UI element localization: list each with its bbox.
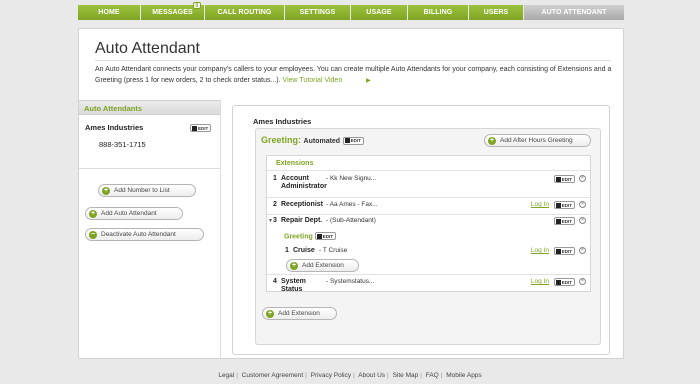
sub-greeting-row: Greeting EDIT: [284, 232, 337, 241]
minus-icon: −: [89, 230, 97, 239]
attendant-phone-number: 888-351-1715: [99, 140, 146, 149]
footer-link-mobile-apps[interactable]: Mobile Apps: [446, 372, 481, 379]
tab-settings[interactable]: SETTINGS: [285, 5, 351, 20]
tab-billing[interactable]: BILLING: [408, 5, 469, 20]
footer-separator: |: [440, 372, 443, 379]
delete-icon[interactable]: ×: [579, 175, 586, 182]
tutorial-video-link[interactable]: View Tutorial Video: [283, 77, 343, 84]
login-link[interactable]: Log In: [531, 247, 549, 254]
tab-usage[interactable]: USAGE: [351, 5, 408, 20]
footer-separator: |: [420, 372, 422, 379]
edit-company-button[interactable]: EDIT: [190, 124, 212, 132]
greeting-box: Greeting: Automated EDIT + Add After Hour…: [255, 128, 601, 345]
sidebar-company-name[interactable]: Ames Industries: [85, 123, 143, 132]
sidebar: Auto Attendants Ames Industries EDIT 888…: [79, 100, 221, 359]
add-auto-attendant-button[interactable]: + Add Auto Attendant: [85, 207, 183, 220]
extension-row[interactable]: 2 Receptionist - Aa Ames - Fax... Log In…: [267, 197, 590, 214]
delete-icon[interactable]: ×: [579, 201, 586, 208]
messages-count-badge: 0: [193, 2, 201, 9]
footer-links: Legal | Customer Agreement | Privacy Polic…: [0, 372, 700, 379]
add-number-button[interactable]: + Add Number to List: [98, 184, 196, 197]
deactivate-auto-attendant-button[interactable]: − Deactivate Auto Attendant: [85, 228, 204, 241]
delete-icon[interactable]: ×: [579, 247, 586, 254]
main-panel: Auto Attendant An Auto Attendant connect…: [78, 28, 624, 359]
top-nav: HOME MESSAGES 0 CALL ROUTING SETTINGS USA…: [78, 2, 624, 20]
edit-greeting-button[interactable]: EDIT: [342, 136, 364, 145]
extension-row[interactable]: 4 System Status - Systemstatus... Log In…: [267, 274, 590, 293]
edit-checkbox-icon: [555, 202, 561, 208]
page-title: Auto Attendant: [95, 40, 200, 57]
plus-icon: +: [102, 186, 110, 195]
add-sub-extension-button[interactable]: + Add Extension: [286, 259, 359, 272]
tab-users[interactable]: USERS: [469, 5, 524, 20]
extensions-heading: Extensions: [276, 160, 314, 167]
edit-checkbox-icon: [555, 279, 561, 285]
edit-extension-button[interactable]: EDIT: [553, 201, 575, 209]
edit-checkbox-icon: [316, 233, 322, 239]
greeting-value: Automated: [303, 138, 341, 145]
edit-checkbox-icon: [192, 125, 197, 131]
extension-row[interactable]: ▼ 3 Repair Dept. - (Sub-Attendant) EDIT …: [267, 214, 590, 230]
tab-home[interactable]: HOME: [78, 5, 141, 20]
delete-icon[interactable]: ×: [579, 278, 586, 285]
footer-link-customer-agreement[interactable]: Customer Agreement: [242, 372, 303, 379]
greeting-row: Greeting: Automated EDIT: [261, 135, 364, 145]
edit-extension-button[interactable]: EDIT: [553, 217, 575, 225]
edit-extension-button[interactable]: EDIT: [553, 278, 575, 286]
play-arrow-icon[interactable]: ▶: [366, 76, 371, 87]
extensions-panel: Extensions 1 Account Administrator - Kk …: [266, 155, 591, 293]
add-after-hours-greeting-button[interactable]: + Add After Hours Greeting: [484, 134, 591, 147]
tab-messages[interactable]: MESSAGES 0: [141, 2, 205, 20]
sidebar-heading: Auto Attendants: [79, 100, 220, 115]
edit-extension-button[interactable]: EDIT: [553, 247, 575, 255]
edit-checkbox-icon: [344, 138, 350, 143]
footer-link-legal[interactable]: Legal: [218, 372, 234, 379]
footer-link-faq[interactable]: FAQ: [426, 372, 439, 379]
plus-icon: +: [89, 209, 97, 218]
footer-separator: |: [387, 372, 389, 379]
footer-separator: |: [353, 372, 355, 379]
attendant-card: Ames Industries EDIT 888-351-1715: [79, 116, 221, 169]
footer-separator: |: [305, 372, 307, 379]
delete-icon[interactable]: ×: [579, 217, 586, 224]
sub-extension-row[interactable]: 1 Cruise - T Cruise Log In EDIT ×: [267, 244, 590, 259]
edit-checkbox-icon: [555, 218, 561, 224]
edit-checkbox-icon: [555, 248, 561, 254]
login-link[interactable]: Log In: [531, 278, 549, 285]
title-divider: [95, 60, 610, 61]
tab-call-routing[interactable]: CALL ROUTING: [205, 5, 285, 20]
footer-link-about-us[interactable]: About Us: [358, 372, 385, 379]
extension-row[interactable]: 1 Account Administrator - Kk New Signu..…: [267, 170, 590, 197]
attendant-detail-panel: Ames Industries Greeting: Automated EDIT…: [232, 105, 610, 355]
detail-company-name: Ames Industries: [253, 117, 312, 126]
login-link[interactable]: Log In: [531, 201, 549, 208]
plus-icon: +: [290, 261, 298, 270]
edit-sub-greeting-button[interactable]: EDIT: [314, 232, 337, 240]
edit-extension-button[interactable]: EDIT: [553, 175, 575, 183]
intro-text: An Auto Attendant connects your company'…: [95, 65, 613, 86]
footer-separator: |: [236, 372, 238, 379]
footer-link-privacy-policy[interactable]: Privacy Policy: [311, 372, 351, 379]
edit-checkbox-icon: [555, 176, 561, 182]
add-extension-button[interactable]: + Add Extension: [262, 307, 337, 320]
plus-icon: +: [266, 309, 274, 318]
plus-icon: +: [488, 136, 496, 145]
tab-auto-attendant[interactable]: AUTO ATTENDANT: [524, 5, 624, 20]
footer-link-site-map[interactable]: Site Map: [393, 372, 419, 379]
